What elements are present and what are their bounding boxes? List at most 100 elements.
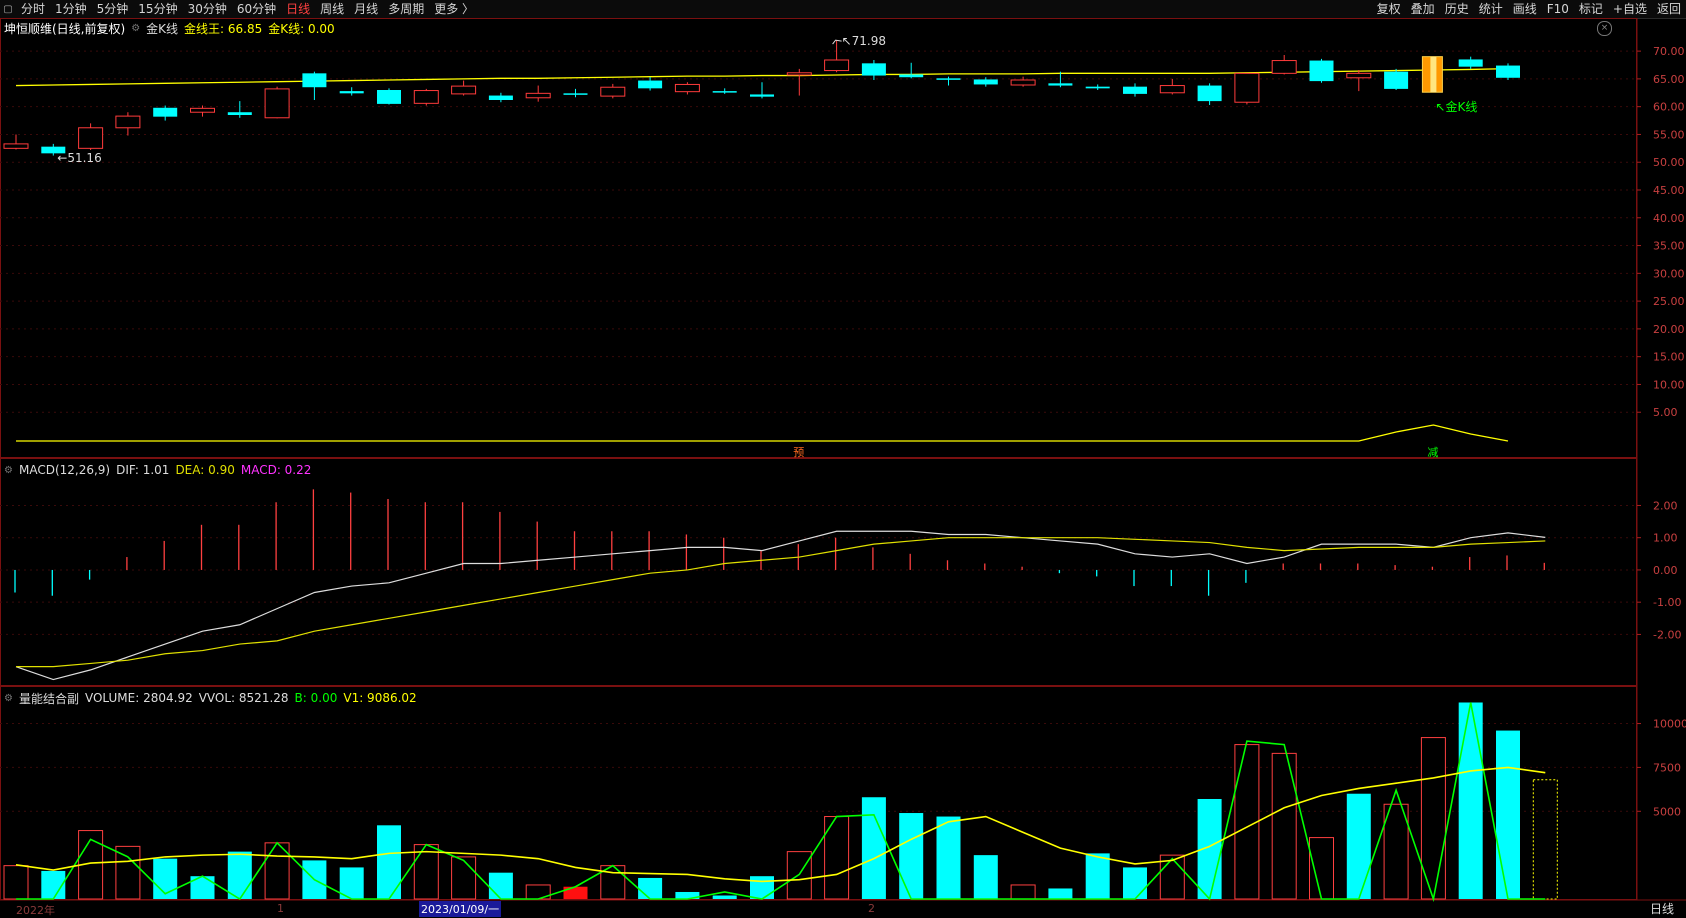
vol-label-0: 10000 bbox=[1653, 718, 1686, 731]
candle-body-12 bbox=[451, 85, 477, 95]
indicator-name[interactable]: 金K线 bbox=[146, 20, 178, 37]
function-button-8[interactable]: 返回 bbox=[1652, 0, 1686, 18]
kline-panel: 70.00 65.00 60.00 55.00 50.00 45.00 40.00 35.00… bbox=[0, 34, 1685, 459]
date-month-2: 2 bbox=[868, 902, 875, 915]
vol-bar-7 bbox=[264, 842, 290, 900]
vol-bar-37 bbox=[1383, 803, 1409, 900]
vol-bar-39 bbox=[1458, 702, 1483, 899]
settings-icon[interactable]: ⚙ bbox=[4, 465, 13, 476]
period-tab-5[interactable]: 60分钟 bbox=[232, 0, 281, 18]
vol-title[interactable]: 量能结合副 bbox=[19, 690, 79, 707]
candle-body-28 bbox=[1048, 83, 1073, 86]
vol-bar-13 bbox=[488, 872, 513, 899]
volume-panel: 10000 7500 5000 bbox=[0, 702, 1686, 903]
price-label-6: 40.00 bbox=[1653, 212, 1685, 225]
candle-body-2 bbox=[78, 127, 104, 149]
candle-body-1 bbox=[41, 146, 66, 154]
candle-body-31 bbox=[1159, 85, 1185, 94]
function-button-7[interactable]: +自选 bbox=[1608, 0, 1652, 18]
candle-body-17 bbox=[638, 80, 663, 89]
vol-bar-33 bbox=[1234, 744, 1260, 900]
candle-body-15 bbox=[563, 93, 588, 95]
period-tab-4[interactable]: 30分钟 bbox=[183, 0, 232, 18]
indicator-line2: 金K线: 0.00 bbox=[268, 21, 335, 36]
ma-line bbox=[15, 67, 1509, 87]
macd-value: MACD: 0.22 bbox=[240, 463, 312, 477]
vol-bar-34 bbox=[1271, 752, 1297, 900]
date-cursor: 2023/01/09/一 bbox=[419, 901, 502, 917]
macd-title[interactable]: MACD(12,26,9) bbox=[19, 463, 110, 477]
price-label-0: 70.00 bbox=[1653, 45, 1685, 58]
panel-frame-0 bbox=[0, 18, 1637, 458]
vol-bar-38 bbox=[1420, 737, 1446, 900]
candle-body-18 bbox=[674, 83, 700, 93]
vol-bar-10 bbox=[377, 825, 401, 899]
vol-bar-19 bbox=[712, 895, 737, 899]
candle-body-13 bbox=[488, 95, 513, 100]
candle-body-33 bbox=[1234, 72, 1260, 103]
candle-body-8 bbox=[302, 73, 327, 88]
function-button-3[interactable]: 统计 bbox=[1474, 0, 1508, 18]
date-year: 2022年 bbox=[16, 904, 55, 917]
price-label-4: 50.00 bbox=[1653, 156, 1685, 169]
vol-bar-16 bbox=[600, 865, 626, 900]
macd-label-1: 1.00 bbox=[1653, 532, 1678, 545]
panel-frame-1 bbox=[0, 458, 1637, 686]
settings-icon[interactable]: ⚙ bbox=[4, 693, 13, 704]
max-price-label: ↖71.98 bbox=[842, 34, 886, 48]
period-tab-8[interactable]: 月线 bbox=[349, 0, 383, 18]
vol-bar-24 bbox=[899, 813, 924, 899]
candle-body-10 bbox=[377, 90, 401, 104]
period-tab-6[interactable]: 日线 bbox=[281, 0, 315, 18]
period-tab-10[interactable]: 更多 〉 bbox=[429, 0, 479, 18]
vol-bar-3 bbox=[115, 845, 141, 900]
candle-body-14 bbox=[525, 92, 551, 99]
period-tab-9[interactable]: 多周期 bbox=[383, 0, 429, 18]
vol-bar-36 bbox=[1346, 793, 1371, 899]
function-button-2[interactable]: 历史 bbox=[1440, 0, 1474, 18]
function-button-5[interactable]: F10 bbox=[1542, 0, 1574, 18]
candle-body-34 bbox=[1271, 60, 1297, 74]
period-tab-7[interactable]: 周线 bbox=[315, 0, 349, 18]
volume-panel-header: ⚙ 量能结合副 VOLUME: 2804.92 VVOL: 8521.28 B:… bbox=[0, 689, 423, 707]
macd-panel: 2.00 1.00 0.00 -1.00 -2.00 bbox=[0, 489, 1681, 681]
function-button-1[interactable]: 叠加 bbox=[1406, 0, 1440, 18]
period-tab-1[interactable]: 1分钟 bbox=[50, 0, 92, 18]
period-tab-0[interactable]: 分时 bbox=[16, 0, 50, 18]
indicator-line1: 金线王: 66.85 bbox=[184, 21, 263, 36]
window-icon[interactable]: ▢ bbox=[0, 1, 16, 17]
dif-line bbox=[15, 530, 1546, 681]
stock-chart[interactable]: 70.00 65.00 60.00 55.00 50.00 45.00 40.00 35.00… bbox=[0, 0, 1686, 918]
vol-bar-29 bbox=[1085, 853, 1110, 899]
vol-bar-4 bbox=[153, 858, 178, 899]
vol-vvol: VVOL: 8521.28 bbox=[198, 691, 289, 705]
period-tab-3[interactable]: 15分钟 bbox=[133, 0, 182, 18]
period-toolbar: ▢ 分时 1分钟 5分钟 15分钟 30分钟 60分钟 日线 周线 月线 多周期 更多 〉 复权 叠加… bbox=[0, 0, 1686, 19]
vol-bar-23 bbox=[861, 797, 886, 899]
close-icon[interactable]: × bbox=[1597, 21, 1612, 36]
vol-b: B: 0.00 bbox=[294, 691, 338, 705]
vol-label-2: 5000 bbox=[1653, 805, 1681, 818]
price-label-2: 60.00 bbox=[1653, 101, 1685, 114]
vol-ma-line bbox=[15, 766, 1546, 883]
period-indicator[interactable]: 日线 bbox=[1638, 900, 1686, 918]
macd-dif: DIF: 1.01 bbox=[116, 463, 170, 477]
vol-bar-forecast bbox=[1532, 779, 1558, 900]
macd-label-2: 0.00 bbox=[1653, 564, 1678, 577]
settings-icon[interactable]: ⚙ bbox=[131, 23, 140, 34]
candle-body-27 bbox=[1010, 79, 1036, 86]
vol-label-1: 7500 bbox=[1653, 761, 1681, 774]
main-panel-header: 坤恒顺维(日线,前复权) ⚙ 金K线 金线王: 66.85 金K线: 0.00 bbox=[0, 19, 341, 37]
function-button-4[interactable]: 画线 bbox=[1508, 0, 1542, 18]
vol-bar-35 bbox=[1309, 837, 1334, 900]
period-tab-2[interactable]: 5分钟 bbox=[92, 0, 134, 18]
price-label-9: 25.00 bbox=[1653, 295, 1685, 308]
price-label-8: 30.00 bbox=[1653, 267, 1685, 280]
candle-body-29 bbox=[1085, 86, 1110, 89]
mark-jian: 减 bbox=[1427, 446, 1438, 459]
candle-body-37 bbox=[1384, 71, 1409, 89]
function-button-0[interactable]: 复权 bbox=[1372, 0, 1406, 18]
vol-bar-2 bbox=[78, 830, 104, 900]
vol-bar-9 bbox=[339, 867, 364, 899]
function-button-6[interactable]: 标记 bbox=[1574, 0, 1608, 18]
